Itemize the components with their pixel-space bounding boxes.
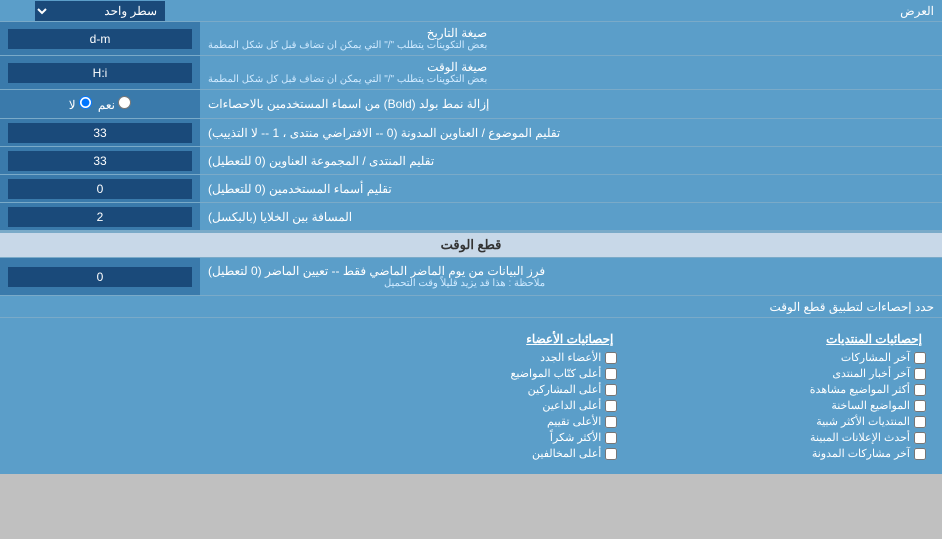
bold-radio-area: نعم لا: [0, 90, 200, 118]
time-cutoff-input[interactable]: [8, 267, 192, 287]
bold-label-area: إزالة نمط بولد (Bold) من اسماء المستخدمي…: [200, 90, 942, 118]
subject-trim-label-area: تقليم الموضوع / العناوين المدونة (0 -- ا…: [200, 119, 942, 146]
bold-label: إزالة نمط بولد (Bold) من اسماء المستخدمي…: [208, 97, 489, 111]
list-item: آخر مشاركات المدونة: [633, 447, 926, 460]
checkbox-forum-news[interactable]: [914, 368, 926, 380]
date-format-input-area: [0, 22, 200, 55]
checkbox-blog-posts[interactable]: [914, 448, 926, 460]
time-format-label: صيغة الوقت: [427, 60, 487, 74]
list-item: الأعلى تقييم: [325, 415, 618, 428]
bold-no-radio[interactable]: [79, 96, 92, 109]
checkbox-most-thanked[interactable]: [605, 432, 617, 444]
list-item: المنتديات الأكثر شبية: [633, 415, 926, 428]
list-item: أكثر المواضيع مشاهدة: [633, 383, 926, 396]
forum-stats-header: إحصائيات المنتديات: [633, 330, 926, 348]
list-item: المواضيع الساخنة: [633, 399, 926, 412]
checkbox-top-inviters[interactable]: [605, 400, 617, 412]
cell-spacing-input[interactable]: [8, 207, 192, 227]
subject-trim-input-area: [0, 119, 200, 146]
member-stats-col: إحصائيات الأعضاء الأعضاء الجدد أعلى كتّا…: [317, 326, 626, 464]
list-item: أعلى المخالفين: [325, 447, 618, 460]
bold-no-label: لا: [69, 96, 92, 112]
username-trim-label-area: تقليم أسماء المستخدمين (0 للتعطيل): [200, 175, 942, 202]
time-format-label-area: صيغة الوقت بعض التكوينات يتطلب "/" التي …: [200, 56, 942, 89]
time-cutoff-note: ملاحظة : هذا قد يزيد قليلاً وقت التحميل: [208, 278, 545, 289]
rows-selector-area: سطر واحد سطرين ثلاثة أسطر: [0, 1, 200, 21]
forum-stats-col: إحصائيات المنتديات آخر المشاركات آخر أخب…: [625, 326, 934, 464]
date-format-label-area: صيغة التاريخ بعض التكوينات يتطلب "/" الت…: [200, 22, 942, 55]
checkbox-latest-posts[interactable]: [914, 352, 926, 364]
checkbox-new-members[interactable]: [605, 352, 617, 364]
list-item: آخر أخبار المنتدى: [633, 367, 926, 380]
list-item: أعلى كتّاب المواضيع: [325, 367, 618, 380]
checkbox-most-viewed[interactable]: [914, 384, 926, 396]
forum-trim-input-area: [0, 147, 200, 174]
subject-trim-input[interactable]: [8, 123, 192, 143]
cell-spacing-label-area: المسافة بين الخلايا (بالبكسل): [200, 203, 942, 230]
time-cutoff-input-area: [0, 258, 200, 295]
list-item: أحدث الإعلانات المبينة: [633, 431, 926, 444]
display-label: العرض: [200, 1, 942, 21]
rows-select[interactable]: سطر واحد سطرين ثلاثة أسطر: [35, 1, 165, 21]
checkbox-top-writers[interactable]: [605, 368, 617, 380]
bold-yes-radio[interactable]: [118, 96, 131, 109]
date-format-label: صيغة التاريخ: [427, 26, 488, 40]
date-format-sublabel: بعض التكوينات يتطلب "/" التي يمكن ان تضا…: [208, 40, 487, 51]
checkbox-hot-topics[interactable]: [914, 400, 926, 412]
bold-yes-label: نعم: [98, 96, 131, 112]
checkbox-top-rated[interactable]: [605, 416, 617, 428]
checkbox-top-violators[interactable]: [605, 448, 617, 460]
time-format-input[interactable]: [8, 63, 192, 83]
cell-spacing-label: المسافة بين الخلايا (بالبكسل): [208, 210, 352, 224]
subject-trim-label: تقليم الموضوع / العناوين المدونة (0 -- ا…: [208, 126, 560, 140]
stats-limit-label: حدد إحصاءات لتطبيق قطع الوقت: [0, 297, 942, 317]
list-item: الأعضاء الجدد: [325, 351, 618, 364]
username-trim-label: تقليم أسماء المستخدمين (0 للتعطيل): [208, 182, 392, 196]
checkbox-top-posters[interactable]: [605, 384, 617, 396]
member-stats-header: إحصائيات الأعضاء: [325, 330, 618, 348]
time-format-sublabel: بعض التكوينات يتطلب "/" التي يمكن ان تضا…: [208, 74, 487, 85]
checkboxes-grid: إحصائيات المنتديات آخر المشاركات آخر أخب…: [0, 322, 942, 468]
list-item: آخر المشاركات: [633, 351, 926, 364]
username-trim-input[interactable]: [8, 179, 192, 199]
time-cutoff-label: فرز البيانات من يوم الماضر الماضي فقط --…: [208, 264, 545, 278]
time-format-input-area: [0, 56, 200, 89]
forum-trim-label-area: تقليم المنتدى / المجموعة العناوين (0 للت…: [200, 147, 942, 174]
list-item: الأكثر شكراً: [325, 431, 618, 444]
forum-trim-label: تقليم المنتدى / المجموعة العناوين (0 للت…: [208, 154, 434, 168]
date-format-input[interactable]: [8, 29, 192, 49]
checkbox-most-similar[interactable]: [914, 416, 926, 428]
time-cutoff-section-header: قطع الوقت: [0, 231, 942, 258]
username-trim-input-area: [0, 175, 200, 202]
checkbox-latest-announcements[interactable]: [914, 432, 926, 444]
list-item: أعلى الداعين: [325, 399, 618, 412]
list-item: أعلى المشاركين: [325, 383, 618, 396]
cell-spacing-input-area: [0, 203, 200, 230]
empty-col: [8, 326, 317, 464]
time-cutoff-value-label-area: فرز البيانات من يوم الماضر الماضي فقط --…: [200, 258, 942, 295]
forum-trim-input[interactable]: [8, 151, 192, 171]
